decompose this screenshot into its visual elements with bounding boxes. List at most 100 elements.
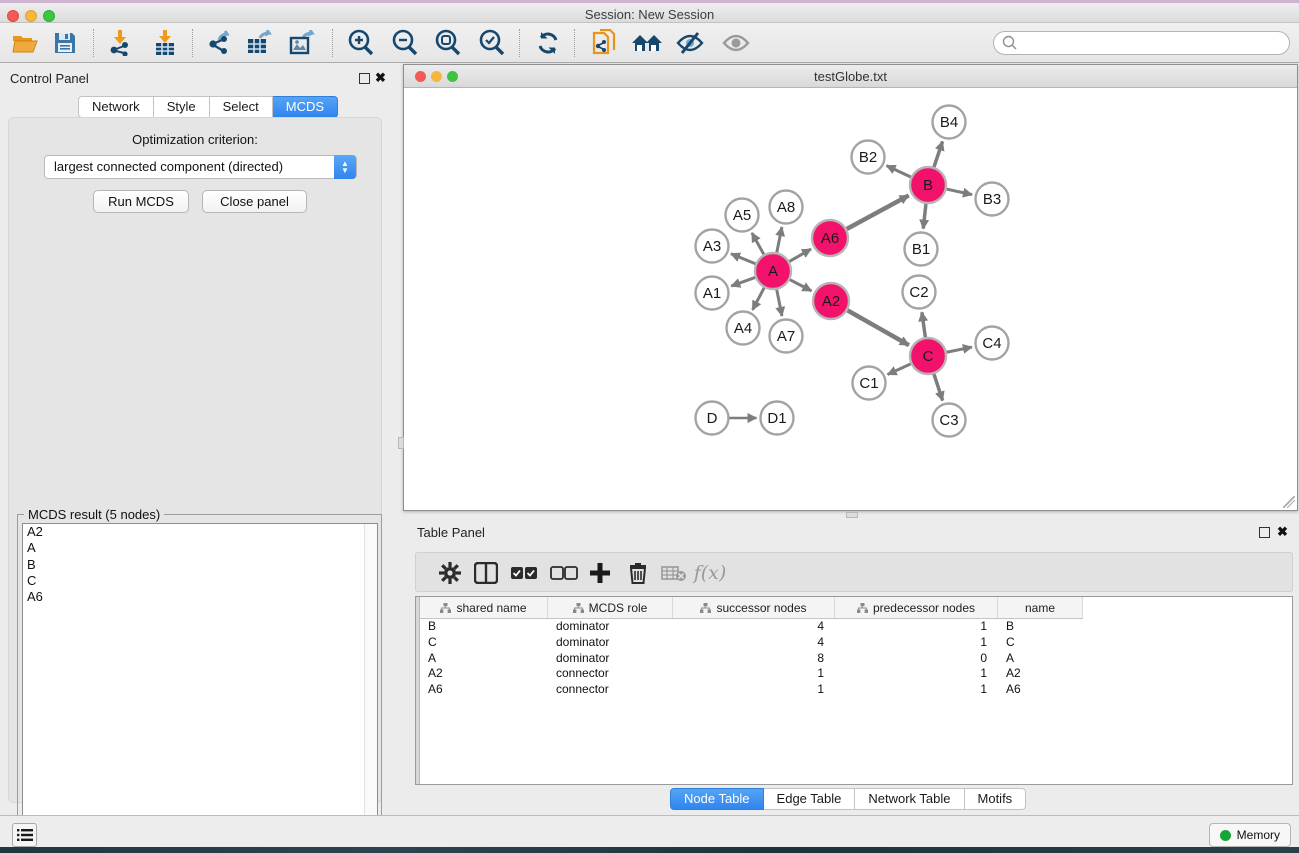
zoom-in-icon[interactable] bbox=[344, 27, 378, 59]
show-graphics-icon[interactable] bbox=[719, 27, 753, 59]
deselect-all-icon[interactable] bbox=[548, 557, 580, 589]
node-C[interactable]: C bbox=[910, 338, 946, 374]
result-scrollbar[interactable] bbox=[364, 524, 377, 846]
edge-C-C3[interactable] bbox=[934, 374, 943, 400]
node-B2[interactable]: B2 bbox=[852, 141, 885, 174]
table-row[interactable]: Bdominator41B bbox=[420, 619, 1083, 635]
tab-network-table[interactable]: Network Table bbox=[855, 788, 964, 810]
hide-graphics-icon[interactable] bbox=[673, 27, 707, 59]
table-row[interactable]: A2connector11A2 bbox=[420, 666, 1083, 682]
node-C1[interactable]: C1 bbox=[853, 367, 886, 400]
node-D[interactable]: D bbox=[696, 402, 729, 435]
window-resize-grip[interactable] bbox=[1283, 496, 1295, 508]
column-header-successor-nodes[interactable]: successor nodes bbox=[673, 597, 835, 618]
edge-B-B1[interactable] bbox=[923, 204, 926, 229]
node-B3[interactable]: B3 bbox=[976, 183, 1009, 216]
node-C4[interactable]: C4 bbox=[976, 327, 1009, 360]
column-header-predecessor-nodes[interactable]: predecessor nodes bbox=[835, 597, 998, 618]
tab-mcds[interactable]: MCDS bbox=[273, 96, 338, 118]
node-B[interactable]: B bbox=[910, 167, 946, 203]
column-header-name[interactable]: name bbox=[998, 597, 1083, 618]
edge-A-A1[interactable] bbox=[731, 277, 755, 286]
home-icon[interactable] bbox=[630, 27, 664, 59]
node-A1[interactable]: A1 bbox=[696, 277, 729, 310]
node-A7[interactable]: A7 bbox=[770, 320, 803, 353]
node-A[interactable]: A bbox=[755, 253, 791, 289]
add-column-icon[interactable] bbox=[584, 557, 616, 589]
tab-network[interactable]: Network bbox=[78, 96, 154, 118]
zoom-selected-icon[interactable] bbox=[475, 27, 509, 59]
node-A3[interactable]: A3 bbox=[696, 230, 729, 263]
export-network-icon[interactable] bbox=[203, 27, 237, 59]
zoom-fit-icon[interactable] bbox=[431, 27, 465, 59]
memory-button[interactable]: Memory bbox=[1209, 823, 1291, 847]
edge-A2-C[interactable] bbox=[848, 310, 909, 345]
export-image-icon[interactable] bbox=[286, 27, 320, 59]
run-mcds-button[interactable]: Run MCDS bbox=[93, 190, 189, 213]
node-A6[interactable]: A6 bbox=[812, 220, 848, 256]
network-graph[interactable]: A A1 A2 A3 A4 A5 A6 A7 A8 B B1 B2 B3 B4 C C1 C2 C3 C4 D D1 bbox=[404, 88, 1297, 510]
table-row[interactable]: Adominator80A bbox=[420, 651, 1083, 667]
refresh-icon[interactable] bbox=[531, 27, 565, 59]
tab-motifs[interactable]: Motifs bbox=[965, 788, 1027, 810]
vertical-splitter-handle[interactable] bbox=[398, 437, 404, 449]
result-list-item[interactable]: B bbox=[23, 557, 377, 573]
node-D1[interactable]: D1 bbox=[761, 402, 794, 435]
edge-A-A6[interactable] bbox=[789, 249, 811, 261]
node-C3[interactable]: C3 bbox=[933, 404, 966, 437]
column-header-MCDS-role[interactable]: MCDS role bbox=[548, 597, 673, 618]
node-B1[interactable]: B1 bbox=[905, 233, 938, 266]
mcds-result-list[interactable]: A2ABCA6 bbox=[22, 523, 378, 847]
edge-B-B4[interactable] bbox=[934, 141, 943, 167]
result-list-item[interactable]: A2 bbox=[23, 524, 377, 540]
open-session-icon[interactable] bbox=[8, 27, 42, 59]
node-A8[interactable]: A8 bbox=[770, 191, 803, 224]
network-window-titlebar[interactable]: testGlobe.txt bbox=[404, 65, 1297, 88]
edge-A-A5[interactable] bbox=[752, 233, 764, 254]
table-panel-close-button[interactable]: ✖ bbox=[1277, 524, 1288, 540]
node-B4[interactable]: B4 bbox=[933, 106, 966, 139]
close-panel-button[interactable]: Close panel bbox=[202, 190, 307, 213]
result-list-item[interactable]: A bbox=[23, 540, 377, 556]
search-input[interactable] bbox=[993, 31, 1290, 55]
edge-C-C2[interactable] bbox=[922, 312, 925, 337]
save-session-icon[interactable] bbox=[48, 27, 82, 59]
column-header-shared-name[interactable]: shared name bbox=[420, 597, 548, 618]
tab-select[interactable]: Select bbox=[210, 96, 273, 118]
network-canvas[interactable]: A A1 A2 A3 A4 A5 A6 A7 A8 B B1 B2 B3 B4 C C1 C2 C3 C4 D D1 bbox=[404, 88, 1297, 510]
table-row[interactable]: A6connector11A6 bbox=[420, 682, 1083, 698]
table-row[interactable]: Cdominator41C bbox=[420, 635, 1083, 651]
node-A4[interactable]: A4 bbox=[727, 312, 760, 345]
edge-A-A2[interactable] bbox=[790, 280, 812, 291]
control-panel-close-button[interactable]: ✖ bbox=[375, 70, 386, 86]
table-settings-gear-icon[interactable] bbox=[434, 557, 466, 589]
node-A2[interactable]: A2 bbox=[813, 283, 849, 319]
edge-A-A4[interactable] bbox=[753, 288, 765, 310]
table-panel-float-button[interactable] bbox=[1259, 527, 1270, 538]
clone-network-icon[interactable] bbox=[588, 27, 622, 59]
tab-style[interactable]: Style bbox=[154, 96, 210, 118]
select-all-icon[interactable] bbox=[508, 557, 540, 589]
result-list-item[interactable]: C bbox=[23, 573, 377, 589]
import-network-icon[interactable] bbox=[103, 27, 137, 59]
export-table-icon[interactable] bbox=[243, 27, 277, 59]
node-A5[interactable]: A5 bbox=[726, 199, 759, 232]
edge-A6-B[interactable] bbox=[847, 195, 909, 228]
tab-edge-table[interactable]: Edge Table bbox=[764, 788, 856, 810]
control-panel-float-button[interactable] bbox=[359, 73, 370, 84]
edge-B-B2[interactable] bbox=[887, 166, 911, 177]
tab-node-table[interactable]: Node Table bbox=[670, 788, 764, 810]
edge-C-C1[interactable] bbox=[888, 364, 911, 375]
node-C2[interactable]: C2 bbox=[903, 276, 936, 309]
column-browser-icon[interactable] bbox=[470, 557, 502, 589]
edge-A-A7[interactable] bbox=[777, 290, 782, 316]
criterion-dropdown[interactable]: largest connected component (directed) ▲… bbox=[44, 155, 357, 179]
task-history-button[interactable] bbox=[12, 823, 37, 847]
delete-column-trash-icon[interactable] bbox=[622, 557, 654, 589]
edge-A-A3[interactable] bbox=[731, 254, 755, 264]
edge-B-B3[interactable] bbox=[947, 189, 972, 195]
node-table[interactable]: shared nameMCDS rolesuccessor nodesprede… bbox=[415, 596, 1293, 785]
result-list-item[interactable]: A6 bbox=[23, 589, 377, 605]
zoom-out-icon[interactable] bbox=[388, 27, 422, 59]
edge-C-C4[interactable] bbox=[947, 347, 972, 352]
